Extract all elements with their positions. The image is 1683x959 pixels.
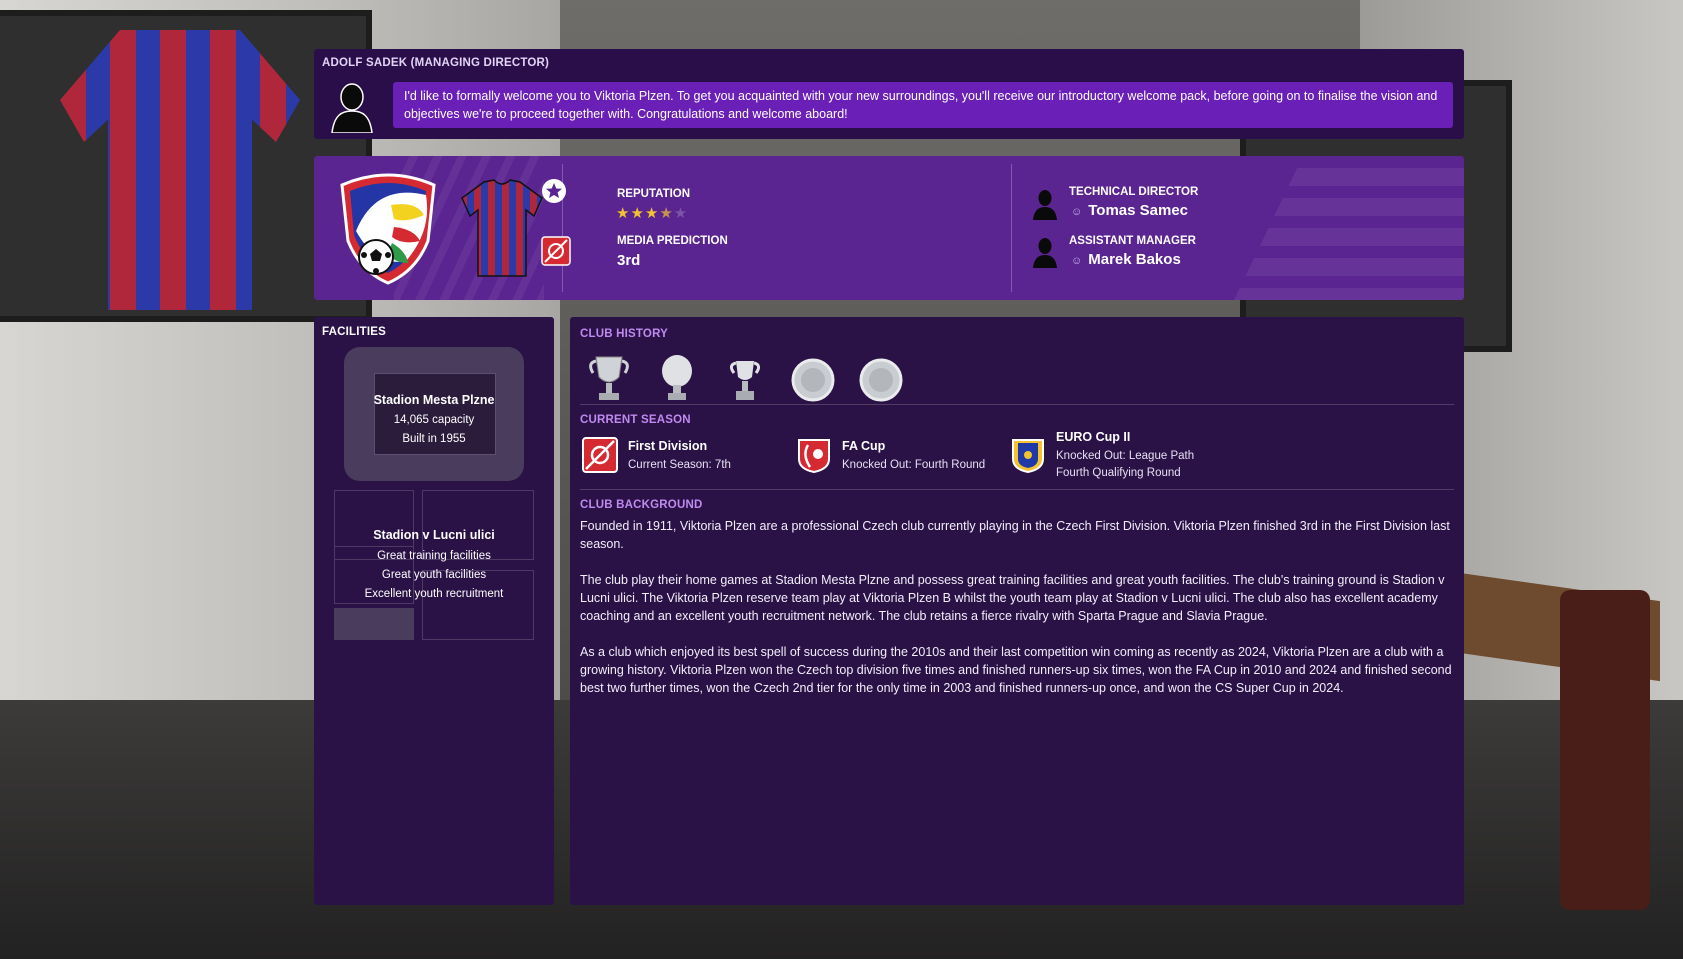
office-chair — [1560, 590, 1650, 910]
stadium-built: Built in 1955 — [402, 433, 466, 445]
plate-trophy-icon[interactable] — [858, 353, 904, 403]
half-star-icon: ★ — [659, 205, 674, 222]
club-overview-panel: REPUTATION ★★★★★ MEDIA PREDICTION 3rd TE… — [314, 156, 1464, 300]
club-history-header: CLUB HISTORY — [580, 328, 669, 340]
stadium-capacity: 14,065 capacity — [393, 414, 475, 426]
staff-name-technical-director[interactable]: ☺ Tomas Samec — [1071, 202, 1188, 219]
training-building-graphic — [334, 608, 414, 640]
club-kit-icon[interactable] — [460, 178, 544, 278]
competition-status-first-division: Current Season: 7th — [628, 459, 731, 471]
background-paragraph: Founded in 1911, Viktoria Plzen are a pr… — [580, 519, 1450, 551]
overview-divider-right — [1011, 164, 1012, 292]
league-trophy-icon[interactable] — [586, 353, 632, 403]
staff-role-technical-director: TECHNICAL DIRECTOR — [1069, 186, 1199, 198]
first-division-badge-icon[interactable] — [582, 437, 618, 473]
facilities-panel: FACILITIES Stadion Mesta Plzne 14,065 ca… — [314, 317, 554, 905]
staff-role-assistant-manager: ASSISTANT MANAGER — [1069, 235, 1196, 247]
training-ground-name: Stadion v Lucni ulici — [373, 528, 495, 542]
stadium-name: Stadion Mesta Plzne — [373, 393, 495, 407]
stadium-card[interactable]: Stadion Mesta Plzne 14,065 capacity Buil… — [344, 347, 524, 481]
club-background-header: CLUB BACKGROUND — [580, 499, 703, 511]
fa-cup-badge-icon[interactable] — [796, 437, 832, 473]
competition-status-euro-cup-ii-round: Fourth Qualifying Round — [1056, 467, 1181, 479]
training-ground-card[interactable]: Stadion v Lucni ulici Great training fac… — [334, 490, 534, 640]
competition-status-fa-cup: Knocked Out: Fourth Round — [842, 459, 986, 471]
person-icon: ☺ — [1071, 255, 1083, 267]
section-divider — [580, 489, 1454, 490]
facilities-header: FACILITIES — [322, 326, 386, 338]
competition-name-first-division[interactable]: First Division — [628, 439, 707, 453]
staff-name-text: Marek Bakos — [1088, 251, 1181, 268]
competition-status-euro-cup-ii: Knocked Out: League Path — [1056, 450, 1195, 462]
reputation-stars: ★★★★★ — [616, 204, 688, 222]
training-facilities-rating: Great training facilities — [377, 550, 491, 562]
message-sender: ADOLF SADEK (MANAGING DIRECTOR) — [322, 57, 550, 69]
staff-silhouette-icon — [1033, 238, 1057, 268]
club-crest-icon[interactable] — [336, 171, 440, 285]
club-info-panel: CLUB HISTORY CURRENT SEASON First Divisi… — [570, 317, 1464, 905]
cup-trophy-icon[interactable] — [654, 353, 700, 403]
youth-facilities-rating: Great youth facilities — [381, 569, 487, 581]
competition-name-euro-cup-ii[interactable]: EURO Cup II — [1056, 430, 1130, 444]
media-prediction-value: 3rd — [617, 252, 641, 269]
media-prediction-label: MEDIA PREDICTION — [617, 235, 728, 247]
super-cup-plate-icon[interactable] — [790, 353, 836, 403]
decorative-stripes-right — [1234, 156, 1464, 300]
staff-silhouette-icon — [1033, 190, 1057, 220]
section-divider — [580, 404, 1454, 405]
message-bubble: I'd like to formally welcome you to Vikt… — [393, 82, 1453, 128]
reputation-label: REPUTATION — [617, 188, 691, 200]
euro-cup-ii-badge-icon[interactable] — [1010, 437, 1046, 473]
star-icon: ★★★ — [616, 205, 660, 222]
director-silhouette-icon — [331, 83, 373, 133]
small-cup-icon[interactable] — [722, 353, 768, 403]
division-badge-icon — [541, 236, 571, 266]
welcome-message-panel: ADOLF SADEK (MANAGING DIRECTOR) I'd like… — [314, 49, 1464, 139]
empty-star-icon: ★ — [673, 205, 689, 222]
competition-name-fa-cup[interactable]: FA Cup — [842, 439, 885, 453]
current-season-header: CURRENT SEASON — [580, 414, 691, 426]
person-icon: ☺ — [1071, 206, 1083, 218]
staff-name-assistant-manager[interactable]: ☺ Marek Bakos — [1071, 251, 1181, 268]
staff-name-text: Tomas Samec — [1088, 202, 1189, 219]
background-paragraph: As a club which enjoyed its best spell o… — [580, 645, 1452, 695]
reputation-star-icon — [542, 179, 566, 203]
youth-recruitment-rating: Excellent youth recruitment — [364, 588, 504, 600]
background-paragraph: The club play their home games at Stadio… — [580, 573, 1445, 623]
